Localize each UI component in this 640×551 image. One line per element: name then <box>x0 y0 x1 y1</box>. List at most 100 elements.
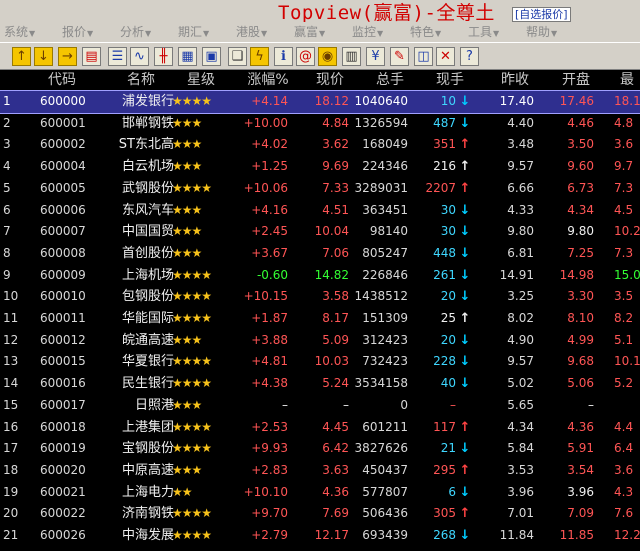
column-header-8[interactable]: 昨收 <box>501 70 529 90</box>
arrow-down-icon: ↓ <box>459 202 471 218</box>
news-icon[interactable]: ▥ <box>342 47 361 66</box>
column-header-6[interactable]: 总手 <box>376 70 404 90</box>
title-bar: Topview(赢富)-全尊土 [自选报价] <box>0 0 640 24</box>
stock-name: 中国国贸 <box>121 224 174 240</box>
current-volume: 351 <box>433 137 456 152</box>
menu-item-7[interactable]: 监控▼ <box>352 24 383 40</box>
info-icon[interactable]: ℹ <box>274 47 293 66</box>
calculator-icon[interactable]: ▣ <box>202 47 221 66</box>
table-row[interactable]: 19 600021 上海电力 ★★ +10.10 4.36 577807 6 ↓ 3.96 3.96… <box>0 482 640 504</box>
list-icon[interactable]: ☰ <box>108 47 127 66</box>
table-row[interactable]: 9 600009 上海机场 ★★★★ -0.60 14.82 226846 261 ↓ 14.91… <box>0 265 640 287</box>
current-price: 18.12 <box>314 94 349 108</box>
table-row[interactable]: 21 600026 中海发展 ★★★★ +2.79 12.17 693439 268 ↓ 11.8… <box>0 525 640 547</box>
stock-name: 上海机场 <box>121 267 174 283</box>
menu-item-label: 期汇 <box>178 25 203 39</box>
menu-item-3[interactable]: 分析▼ <box>120 24 151 40</box>
tools-icon[interactable]: ✕ <box>436 47 455 66</box>
open-price: 9.80 <box>567 224 594 239</box>
table-row[interactable]: 1 600000 浦发银行 ★★★★ +4.14 18.12 1040640 10 ↓ 17.40… <box>0 90 640 114</box>
total-volume: 577807 <box>362 484 408 499</box>
pencil-icon[interactable]: ✎ <box>390 47 409 66</box>
menu-item-1[interactable]: 系统▼ <box>4 24 35 40</box>
stock-name: 东风汽车 <box>121 202 174 218</box>
table-row[interactable]: 4 600004 白云机场 ★★★ +1.25 9.69 224346 216 ↑ 9.57 9.6… <box>0 156 640 178</box>
table-row[interactable]: 20 600022 济南钢铁 ★★★★ +9.70 7.69 506436 305 ↑ 7.01 7… <box>0 503 640 525</box>
table-row[interactable]: 10 600010 包钢股份 ★★★★ +10.15 3.58 1438512 20 ↓ 3.25… <box>0 286 640 308</box>
stock-code: 600006 <box>40 202 86 217</box>
column-header-3[interactable]: 星级 <box>187 70 215 90</box>
quote-table: 代码 名称 星级 涨幅% 现价 总手 现手 昨收 开盘 最 1 600000 浦发银行 ★★★★ +4.1… <box>0 70 640 551</box>
total-volume: 98140 <box>369 224 408 239</box>
help-icon[interactable]: ? <box>460 47 479 66</box>
arrow-down-icon: ↓ <box>459 224 471 240</box>
column-header-9[interactable]: 开盘 <box>562 70 590 90</box>
menu-item-4[interactable]: 期汇▼ <box>178 24 209 40</box>
high-price: 7.3 <box>614 180 634 195</box>
table-row[interactable]: 3 600002 ST东北高 ★★★ +4.02 3.62 168049 351 ↑ 3.48 3.… <box>0 134 640 156</box>
current-price: 5.24 <box>322 376 349 391</box>
toolbar: ↑ ↓ → ▤ ☰ ∿ ╫ ▦ ▣ ❑ ϟ ℹ @ ◉ ▥ ¥ ✎ ◫ ✕? <box>0 42 640 70</box>
menu-item-5[interactable]: 港股▼ <box>236 24 267 40</box>
star-rating: ★★★ <box>172 245 202 260</box>
menu-item-2[interactable]: 报价▼ <box>62 24 93 40</box>
kline-chart-icon[interactable]: ╫ <box>154 47 173 66</box>
table-row[interactable]: 7 600007 中国国贸 ★★★ +2.45 10.04 98140 30 ↓ 9.80 9.80… <box>0 221 640 243</box>
table-row[interactable]: 8 600008 首创股份 ★★★ +3.67 7.06 805247 448 ↓ 6.81 7.2… <box>0 243 640 265</box>
table-row[interactable]: 17 600019 宝钢股份 ★★★★ +9.93 6.42 3827626 21 ↓ 5.84 5… <box>0 438 640 460</box>
total-volume: 1438512 <box>354 289 408 304</box>
table-row[interactable]: 18 600020 中原高速 ★★★ +2.83 3.63 450437 295 ↑ 3.53 3.… <box>0 460 640 482</box>
total-volume: 601211 <box>362 419 408 434</box>
table-row[interactable]: 2 600001 邯郸钢铁 ★★★ +10.00 4.84 1326594 487 ↓ 4.40 4… <box>0 113 640 135</box>
arrow-down-icon: ↓ <box>459 354 471 370</box>
arrow-right-icon[interactable]: → <box>58 47 77 66</box>
column-header-2[interactable]: 名称 <box>127 70 155 90</box>
stock-name: 上海电力 <box>121 484 174 500</box>
table-row[interactable]: 11 600011 华能国际 ★★★★ +1.87 8.17 151309 25 ↑ 8.02 8.… <box>0 308 640 330</box>
chart-window-icon[interactable]: ◫ <box>414 47 433 66</box>
table-row[interactable]: 16 600018 上港集团 ★★★★ +2.53 4.45 601211 117 ↑ 4.34 4… <box>0 417 640 439</box>
coin-icon[interactable]: ◉ <box>318 47 337 66</box>
column-header-7[interactable]: 现手 <box>436 70 464 90</box>
bag-icon[interactable]: ¥ <box>366 47 385 66</box>
change-percent: +4.16 <box>251 202 288 217</box>
arrow-down-icon: ↓ <box>459 267 471 283</box>
prev-close: 9.57 <box>507 354 534 369</box>
line-chart-icon[interactable]: ∿ <box>130 47 149 66</box>
arrow-down-icon[interactable]: ↓ <box>34 47 53 66</box>
current-volume: 20 <box>440 332 456 347</box>
current-volume: 6 <box>448 484 456 499</box>
stock-code: 600008 <box>40 245 86 260</box>
book-icon[interactable]: ❑ <box>228 47 247 66</box>
menu-item-6[interactable]: 赢富▼ <box>294 24 325 40</box>
column-header-4[interactable]: 涨幅% <box>247 70 288 90</box>
total-volume: 226846 <box>362 267 408 282</box>
column-header-5[interactable]: 现价 <box>316 70 344 90</box>
high-price: 3.6 <box>614 137 634 152</box>
stock-code: 600011 <box>40 311 86 325</box>
lightning-icon[interactable]: ϟ <box>250 47 269 66</box>
prev-close: 6.66 <box>507 180 534 195</box>
report-icon[interactable]: ▤ <box>82 47 101 66</box>
chevron-down-icon: ▼ <box>493 29 500 38</box>
column-header-10[interactable]: 最 <box>620 70 634 90</box>
arrow-up-icon[interactable]: ↑ <box>12 47 31 66</box>
table-row[interactable]: 6 600006 东风汽车 ★★★ +4.16 4.51 363451 30 ↓ 4.33 4.34… <box>0 200 640 222</box>
table-row[interactable]: 14 600016 民生银行 ★★★★ +4.38 5.24 3534158 40 ↓ 5.02 5… <box>0 373 640 395</box>
prev-close: 17.40 <box>499 94 534 108</box>
star-rating: ★★★ <box>172 115 202 130</box>
menu-item-8[interactable]: 特色▼ <box>410 24 441 40</box>
open-price: 5.06 <box>567 376 594 391</box>
table-row[interactable]: 13 600015 华夏银行 ★★★★ +4.81 10.03 732423 228 ↓ 9.57… <box>0 351 640 373</box>
menu-item-10[interactable]: 帮助▼ <box>526 24 557 40</box>
chevron-down-icon: ▼ <box>319 29 326 38</box>
table-row[interactable]: 5 600005 武钢股份 ★★★★ +10.06 7.33 3289031 2207 ↑ 6.6… <box>0 178 640 200</box>
table-row[interactable]: 12 600012 皖通高速 ★★★ +3.88 5.09 312423 20 ↓ 4.90 4.9… <box>0 330 640 352</box>
chevron-down-icon: ▼ <box>29 29 36 38</box>
email-icon[interactable]: @ <box>296 47 315 66</box>
stock-code: 600016 <box>40 376 86 391</box>
column-header-1[interactable]: 代码 <box>48 70 76 90</box>
table-row[interactable]: 15 600017 日照港 ★★★ – – 0 – 5.65 – <box>0 395 640 417</box>
grid-icon[interactable]: ▦ <box>178 47 197 66</box>
menu-item-9[interactable]: 工具▼ <box>468 24 499 40</box>
